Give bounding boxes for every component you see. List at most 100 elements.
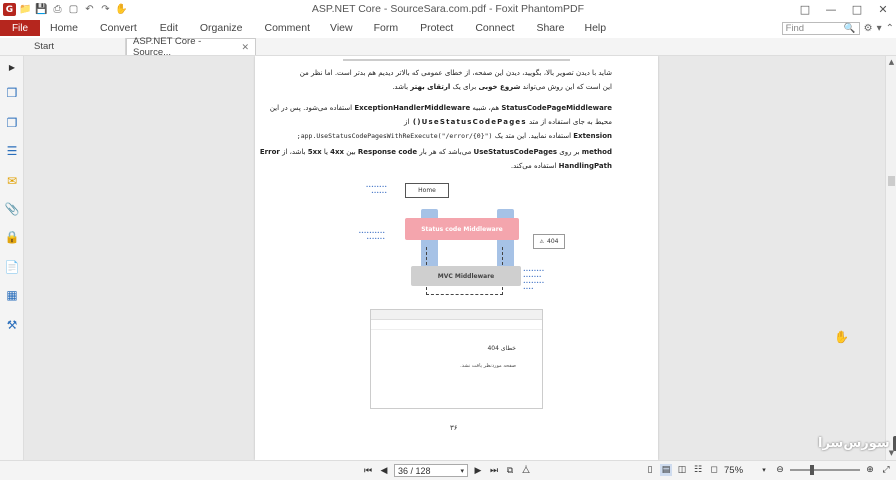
tab-comment[interactable]: Comment [264,19,310,37]
next-page-icon[interactable]: ▶ [472,465,484,477]
layers-icon[interactable]: ☰ [5,144,19,158]
scroll-thumb[interactable] [888,176,895,186]
text-run: بین [344,148,358,156]
pdf-page: شاید با دیدن تصویر بالا، بگویید، دیدن ای… [255,56,658,460]
tab-protect[interactable]: Protect [420,19,453,37]
error-title: خطای 404 [487,345,516,352]
page-dropdown-icon[interactable]: ▾ [460,467,464,475]
browser-screenshot-figure: خطای 404 صفحه موردنظر یافت نشد. [370,309,543,409]
page-number-field[interactable]: 36 / 128 ▾ [394,464,468,477]
diagram-note-2: •••••••••• ••••••• [358,231,385,242]
tab-start[interactable]: Start [0,38,126,55]
page-separator [343,59,570,61]
vertical-scrollbar[interactable]: ▲ ▼ [885,56,896,460]
first-page-icon[interactable]: ⏮ [362,465,374,477]
browser-address-bar [371,320,542,330]
undo-icon[interactable]: ↶ [83,3,96,16]
scroll-up-icon[interactable]: ▲ [887,58,896,67]
file-tab[interactable]: File [0,20,40,36]
settings-gear-icon[interactable]: ⚙ [864,23,873,34]
text-run: استفاده می‌کند. [510,162,559,170]
comments-icon[interactable]: ✉ [5,174,19,188]
last-page-icon[interactable]: ⏭ [488,465,500,477]
text-bold: UseStatusCodePages() [412,118,527,126]
tools-icon[interactable]: ⚒ [5,318,19,332]
watermark-name: سورس‌سرا [818,436,890,451]
find-placeholder: Find [785,22,805,34]
diagram-note-3: •••••••• ••••••• •••••••• •••• [523,269,545,292]
fit-page-icon[interactable]: ⤢ [880,464,892,476]
continuous-facing-icon[interactable]: ☷ [692,464,704,476]
tab-edit[interactable]: Edit [160,19,178,37]
watermark: سورس‌سرا [818,436,896,451]
save-icon[interactable]: 💾 [35,3,48,16]
close-button[interactable]: ✕ [870,0,896,19]
signatures-icon[interactable]: 📄 [5,260,20,274]
attachments-icon[interactable]: 📎 [5,202,20,216]
paragraph-1-line-1: شاید با دیدن تصویر بالا، بگویید، دیدن ای… [299,69,612,77]
text-bold: UseStatusCodePages [473,148,558,156]
zoom-in-icon[interactable]: ⊕ [864,464,876,476]
zoom-slider[interactable] [790,465,860,475]
close-tab-icon[interactable]: ✕ [241,42,249,53]
maximize-button[interactable]: □ [844,0,870,19]
tab-organize[interactable]: Organize [200,19,243,37]
text-bold: method [581,148,612,156]
zoom-out-icon[interactable]: ⊖ [774,464,786,476]
pages-icon[interactable]: ❐ [5,116,19,130]
tab-form[interactable]: Form [374,19,399,37]
browser-tab-bar [371,310,542,320]
paragraph-2-line-2: محیط به جای استفاده از متد UseStatusCode… [292,118,612,126]
text-bold: Response code [357,148,418,156]
tab-help[interactable]: Help [584,19,606,37]
zoom-slider-knob[interactable] [810,465,814,475]
find-field[interactable]: Find 🔍 [781,21,860,35]
tab-view[interactable]: View [330,19,353,37]
hand-tool-icon[interactable]: ✋ [115,3,128,16]
zoom-level[interactable]: 75% [724,465,754,476]
tab-active-document[interactable]: ASP.NET Core - Source... ✕ [126,36,256,58]
dropdown-chevron-icon[interactable]: ▾ [877,23,882,34]
new-icon[interactable]: ▢ [67,3,80,16]
previous-view-icon[interactable]: ⧉ [504,465,516,477]
redo-icon[interactable]: ↷ [99,3,112,16]
ribbon-right-tools: Find 🔍 ⚙ ▾ ⌃ [781,19,894,37]
print-icon[interactable]: ⎙ [51,3,64,16]
single-page-icon[interactable]: ▯ [644,464,656,476]
reading-mode-icon[interactable]: ◻ [708,464,720,476]
text-run: استفاده نمایید. این متد یک [492,132,574,140]
text-run: باشد، از [279,148,308,156]
navigation-panel: ▶ ❒ ❐ ☰ ✉ 📎 🔒 📄 ▦ ⚒ [0,56,24,460]
app-logo-icon[interactable]: G [3,3,16,16]
diagram-note-1: •••••••• •••••• [365,185,387,196]
expand-panel-icon[interactable]: ▶ [5,60,19,74]
previous-page-icon[interactable]: ◀ [378,465,390,477]
continuous-page-icon[interactable]: ▤ [660,464,672,476]
collapse-ribbon-icon[interactable]: ⌃ [886,23,894,34]
security-lock-icon[interactable]: 🔒 [5,230,20,244]
facing-page-icon[interactable]: ◫ [676,464,688,476]
view-controls: ▯ ▤ ◫ ☷ ◻ 75% ▾ ⊖ ⊕ ⤢ [644,464,892,476]
zoom-dropdown-icon[interactable]: ▾ [758,464,770,476]
paragraph-2-line-1: StatusCodePageMiddleware هم، شبیه Except… [270,104,612,112]
tab-share[interactable]: Share [536,19,564,37]
next-view-icon[interactable]: ⧊ [520,465,532,477]
status-bar: ⏮ ◀ 36 / 128 ▾ ▶ ⏭ ⧉ ⧊ ▯ ▤ ◫ ☷ ◻ 75% ▾ ⊖… [0,460,896,480]
tab-home[interactable]: Home [50,19,78,37]
paragraph-2-line-5: HandlingPath استفاده می‌کند. [292,162,612,170]
open-icon[interactable]: 📁 [19,3,32,16]
minimize-button[interactable]: — [818,0,844,19]
tab-convert[interactable]: Convert [100,19,137,37]
http-404-label: 404 [547,238,559,245]
restore-icon[interactable]: □ [792,0,818,19]
text-run: محیط به جای استفاده از متد [526,118,612,126]
tab-connect[interactable]: Connect [475,19,514,37]
bookmarks-icon[interactable]: ❒ [5,86,19,100]
search-icon[interactable]: 🔍 [844,23,856,34]
content-icon[interactable]: ▦ [5,288,19,302]
text-bold: StatusCodePageMiddleware [501,104,612,112]
document-viewport[interactable]: شاید با دیدن تصویر بالا، بگویید، دیدن ای… [24,56,885,460]
text-run: باشد. [392,83,411,91]
text-bold: Extension [573,132,612,140]
quick-access-toolbar: G 📁 💾 ⎙ ▢ ↶ ↷ ✋ [0,3,128,16]
